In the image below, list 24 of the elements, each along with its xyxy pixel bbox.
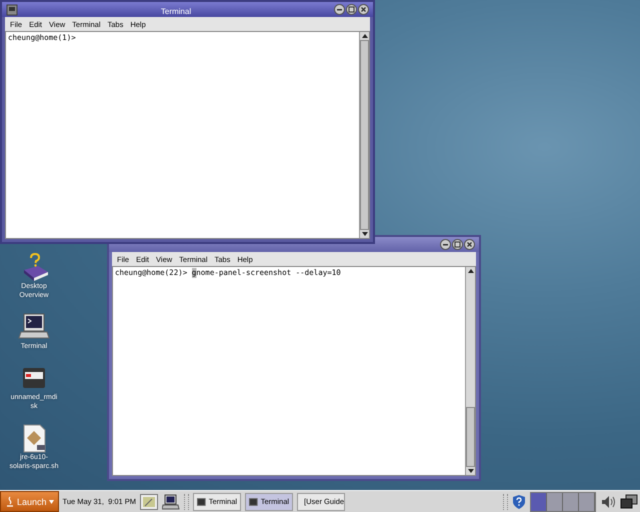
speaker-icon[interactable] (600, 494, 616, 510)
window-menu-icon[interactable] (6, 4, 18, 16)
scrollbar[interactable] (359, 32, 369, 238)
panel-handle[interactable] (184, 494, 190, 510)
scrollbar[interactable] (465, 267, 475, 475)
computer-icon[interactable] (162, 494, 180, 510)
terminal-icon (249, 498, 258, 506)
minimize-icon[interactable] (334, 4, 345, 15)
monitors-icon[interactable] (620, 494, 638, 510)
close-icon[interactable] (358, 4, 369, 15)
scroll-thumb[interactable] (360, 40, 369, 230)
maximize-icon[interactable] (452, 239, 463, 250)
launch-button[interactable]: Launch (0, 491, 59, 512)
close-icon[interactable] (464, 239, 475, 250)
minimize-icon[interactable] (440, 239, 451, 250)
help-shield-icon[interactable] (512, 494, 526, 510)
launch-icon (5, 496, 15, 507)
panel-handle[interactable] (503, 494, 508, 510)
show-desktop-icon[interactable] (140, 494, 158, 510)
terminal-icon (197, 498, 206, 506)
scroll-thumb[interactable] (466, 407, 475, 467)
maximize-icon[interactable] (346, 4, 357, 15)
caret-icon (48, 500, 54, 504)
window-title: Terminal (160, 6, 192, 16)
